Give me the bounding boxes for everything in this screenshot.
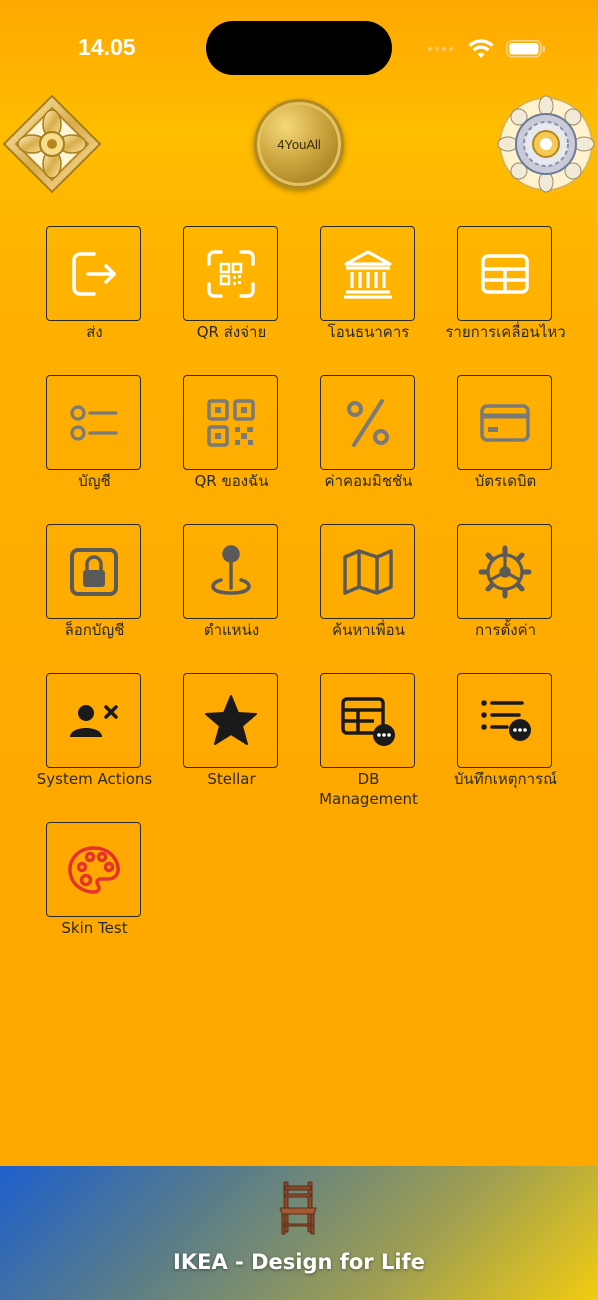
qr-code-icon: [206, 398, 255, 447]
menu-tile[interactable]: [46, 673, 141, 768]
chair-icon: [279, 1181, 317, 1235]
banner-title: IKEA - Design for Life: [173, 1250, 425, 1274]
menu-tile[interactable]: [457, 673, 552, 768]
export-arrow-icon: [71, 251, 116, 296]
battery-icon: [506, 40, 545, 58]
cellular-signal-icon: [427, 46, 454, 52]
header: 4YouAll: [0, 88, 598, 198]
database-table-icon: [340, 696, 395, 746]
status-time: 14.05: [78, 34, 136, 60]
brand-coin-logo: 4YouAll: [254, 99, 344, 189]
menu-item-label: บัตรเดบิต: [474, 472, 537, 490]
qr-scan-icon: [206, 249, 255, 298]
remove-user-icon: [69, 704, 118, 737]
credit-card-icon: [479, 403, 530, 442]
menu-item-label: การตั้งค่า: [474, 621, 537, 639]
status-bar: 14.05: [0, 0, 598, 90]
menu-tile[interactable]: [457, 375, 552, 470]
bank-icon: [343, 249, 392, 299]
menu-item-label: Skin Test: [61, 919, 128, 937]
menu-tile[interactable]: [457, 226, 552, 321]
event-log-icon: [480, 699, 531, 741]
menu-tile[interactable]: [46, 375, 141, 470]
menu-tile[interactable]: [320, 524, 415, 619]
menu-tile[interactable]: [320, 226, 415, 321]
menu-item-label: บันทึกเหตุการณ์: [454, 770, 557, 788]
menu-tile[interactable]: [457, 524, 552, 619]
menu-tile[interactable]: [183, 524, 278, 619]
settings-gear-icon: [478, 545, 531, 598]
dynamic-island: [206, 21, 392, 75]
wifi-icon: [468, 39, 494, 58]
list-icon: [69, 404, 118, 441]
location-pin-icon: [210, 544, 251, 595]
palette-icon: [67, 845, 120, 894]
menu-tile[interactable]: [46, 226, 141, 321]
menu-tile[interactable]: [183, 226, 278, 321]
coin-label: 4YouAll: [277, 136, 321, 152]
map-icon: [342, 548, 393, 595]
menu-item-label: รายการเคลื่อนไหว: [445, 323, 566, 341]
table-icon: [480, 253, 529, 294]
menu-tile[interactable]: [183, 673, 278, 768]
menu-tile[interactable]: [46, 524, 141, 619]
lock-icon: [69, 547, 118, 596]
menu-tile[interactable]: [183, 375, 278, 470]
status-icons: [424, 36, 554, 60]
thai-emblem-left-icon: [2, 94, 102, 194]
menu-tile[interactable]: [46, 822, 141, 917]
ad-banner[interactable]: IKEA - Design for Life: [0, 1166, 598, 1300]
menu-tile[interactable]: [320, 375, 415, 470]
mandala-emblem-right-icon: [497, 95, 595, 193]
menu-tile[interactable]: [320, 673, 415, 768]
star-icon: [204, 694, 257, 745]
percent-icon: [346, 398, 389, 447]
